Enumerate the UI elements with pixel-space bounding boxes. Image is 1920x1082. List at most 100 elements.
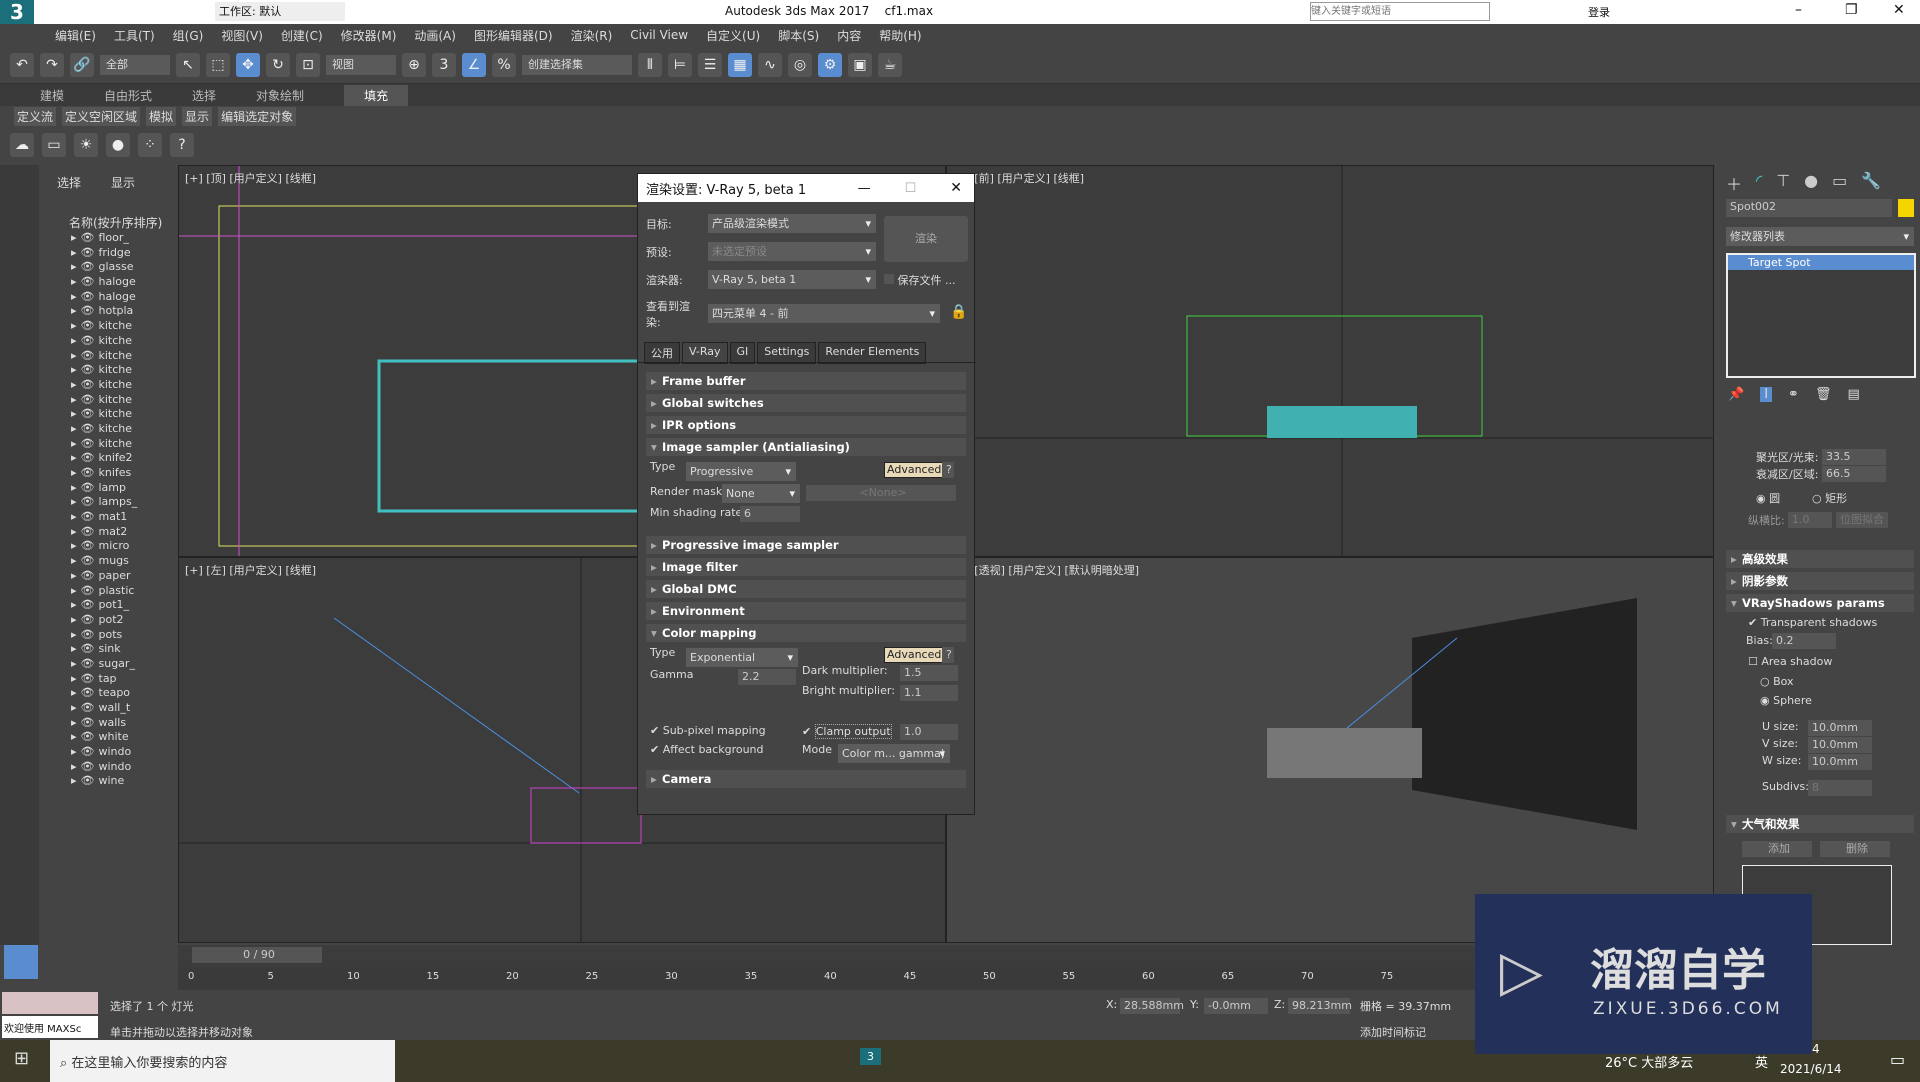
dialog-tab[interactable]: V-Ray (682, 342, 728, 364)
windows-start-icon[interactable]: ⊞ (14, 1048, 29, 1069)
visibility-icon[interactable]: 👁 (81, 554, 95, 569)
particles-icon[interactable]: ⁘ (138, 133, 162, 157)
stack-item[interactable]: Target Spot (1728, 255, 1914, 270)
maxscript-listener[interactable] (2, 992, 98, 1014)
ribbon-subtab[interactable]: 显示 (182, 106, 213, 126)
list-item[interactable]: ▸ 👁 mat1 (71, 510, 169, 525)
menu-item[interactable]: 创建(C) (281, 27, 323, 44)
aspect-spinner[interactable]: 1.0 (1788, 512, 1832, 528)
pivot-icon[interactable]: ⊕ (402, 52, 426, 77)
visibility-icon[interactable]: 👁 (81, 349, 95, 364)
list-item[interactable]: ▸ 👁 sink (71, 642, 169, 657)
object-name-field[interactable]: Spot002 (1726, 199, 1892, 217)
expand-icon[interactable]: ▸ (71, 598, 77, 613)
expand-icon[interactable]: ▸ (71, 290, 77, 305)
ribbon-tab[interactable]: 建模 (40, 87, 64, 104)
list-item[interactable]: ▸ 👁 sugar_ (71, 657, 169, 672)
expand-icon[interactable]: ▸ (71, 407, 77, 422)
expand-icon[interactable]: ▸ (71, 378, 77, 393)
visibility-icon[interactable]: 👁 (81, 569, 95, 584)
mode-dropdown[interactable]: Color m... gamma) (838, 744, 950, 763)
menu-item[interactable]: 工具(T) (114, 27, 155, 44)
material-editor-icon[interactable]: ◎ (788, 52, 812, 77)
close-button[interactable]: ✕ (950, 180, 962, 196)
list-item[interactable]: ▸ 👁 kitche (71, 319, 169, 334)
list-item[interactable]: ▸ 👁 hotpla (71, 304, 169, 319)
expand-icon[interactable]: ▸ (71, 569, 77, 584)
visibility-icon[interactable]: 👁 (81, 466, 95, 481)
move-icon[interactable]: ✥ (236, 52, 260, 77)
render-button[interactable]: 渲染 (884, 216, 968, 262)
expand-icon[interactable]: ▸ (71, 246, 77, 261)
visibility-icon[interactable]: 👁 (81, 686, 95, 701)
ribbon-subtab[interactable]: 定义空闲区域 (62, 106, 141, 126)
list-item[interactable]: ▸ 👁 lamps_ (71, 495, 169, 510)
dark-multiplier-spinner[interactable]: 1.5 (900, 665, 958, 681)
select-icon[interactable]: ↖ (176, 52, 200, 77)
sampler-help-button[interactable]: ? (942, 462, 954, 478)
scale-icon[interactable]: ⊡ (296, 52, 320, 77)
sampler-advanced-button[interactable]: Advanced (884, 462, 945, 478)
3dsmax-taskbar-icon[interactable]: 3 (860, 1048, 881, 1065)
rollout-image-filter[interactable]: Image filter (646, 558, 966, 576)
affect-bg-checkbox[interactable]: ✔ (650, 743, 659, 756)
list-item[interactable]: ▸ 👁 pot1_ (71, 598, 169, 613)
render-setup-icon[interactable]: ⚙ (818, 52, 842, 77)
redo-icon[interactable]: ↷ (40, 52, 64, 77)
list-item[interactable]: ▸ 👁 haloge (71, 290, 169, 305)
tab-display[interactable]: 显示 (111, 174, 135, 191)
view-dropdown[interactable]: 四元菜单 4 - 前 (708, 304, 940, 323)
visibility-icon[interactable]: 👁 (81, 716, 95, 731)
bright-multiplier-spinner[interactable]: 1.1 (900, 685, 958, 701)
visibility-icon[interactable]: 👁 (81, 539, 95, 554)
ribbon-tab[interactable]: 填充 (344, 84, 409, 106)
expand-icon[interactable]: ▸ (71, 334, 77, 349)
configure-sets-icon[interactable]: ▤ (1847, 387, 1859, 402)
ribbon-subtab[interactable]: 模拟 (146, 106, 177, 126)
v-size-spinner[interactable]: 10.0mm (1808, 737, 1872, 753)
menu-item[interactable]: 动画(A) (414, 27, 456, 44)
rollout-image-sampler[interactable]: Image sampler (Antialiasing) (646, 438, 966, 456)
minimize-button[interactable]: — (858, 181, 871, 196)
visibility-icon[interactable]: 👁 (81, 422, 95, 437)
visibility-icon[interactable]: 👁 (81, 745, 95, 760)
visibility-icon[interactable]: 👁 (81, 363, 95, 378)
expand-icon[interactable]: ▸ (71, 495, 77, 510)
list-item[interactable]: ▸ 👁 micro (71, 539, 169, 554)
align-icon[interactable]: ⊨ (668, 52, 692, 77)
minimize-button[interactable]: – (1795, 2, 1802, 18)
expand-icon[interactable]: ▸ (71, 672, 77, 687)
visibility-icon[interactable]: 👁 (81, 584, 95, 599)
rollout-frame-buffer[interactable]: Frame buffer (646, 372, 966, 390)
visibility-icon[interactable]: 👁 (81, 407, 95, 422)
rollout-vray-shadows[interactable]: VRayShadows params (1726, 594, 1914, 612)
expand-icon[interactable]: ▸ (71, 716, 77, 731)
link-icon[interactable]: 🔗 (70, 52, 94, 77)
expand-icon[interactable]: ▸ (71, 539, 77, 554)
percent-snap-icon[interactable]: % (492, 52, 516, 77)
list-item[interactable]: ▸ 👁 windo (71, 760, 169, 775)
maxscript-input[interactable]: 欢迎使用 MAXSc (2, 1016, 98, 1038)
login-link[interactable]: 登录 (1588, 4, 1610, 20)
box-radio[interactable]: ○ (1760, 675, 1770, 688)
add-atmos-button[interactable]: 添加 (1742, 841, 1812, 857)
expand-icon[interactable]: ▸ (71, 628, 77, 643)
modify-tab-icon[interactable]: ◜ (1756, 171, 1762, 195)
menu-item[interactable]: 图形编辑器(D) (474, 27, 553, 44)
visibility-icon[interactable]: 👁 (81, 701, 95, 716)
mirror-icon[interactable]: ⫴ (638, 52, 662, 77)
expand-icon[interactable]: ▸ (71, 275, 77, 290)
visibility-icon[interactable]: 👁 (81, 642, 95, 657)
rollout-atmospherics[interactable]: 大气和效果 (1726, 815, 1914, 833)
snap-icon[interactable]: 3 (432, 52, 456, 77)
taskbar-search[interactable]: 在这里输入你要搜索的内容 (71, 1056, 227, 1071)
list-item[interactable]: ▸ 👁 lamp (71, 481, 169, 496)
list-item[interactable]: ▸ 👁 kitche (71, 437, 169, 452)
utilities-tab-icon[interactable]: 🔧 (1861, 171, 1881, 195)
list-item[interactable]: ▸ 👁 mat2 (71, 525, 169, 540)
visibility-icon[interactable]: 👁 (81, 304, 95, 319)
visibility-icon[interactable]: 👁 (81, 275, 95, 290)
column-header-name[interactable]: 名称(按升序排序) (69, 214, 169, 231)
menu-item[interactable]: Civil View (630, 28, 688, 42)
transparent-shadows-checkbox[interactable]: ✔ (1748, 616, 1757, 629)
